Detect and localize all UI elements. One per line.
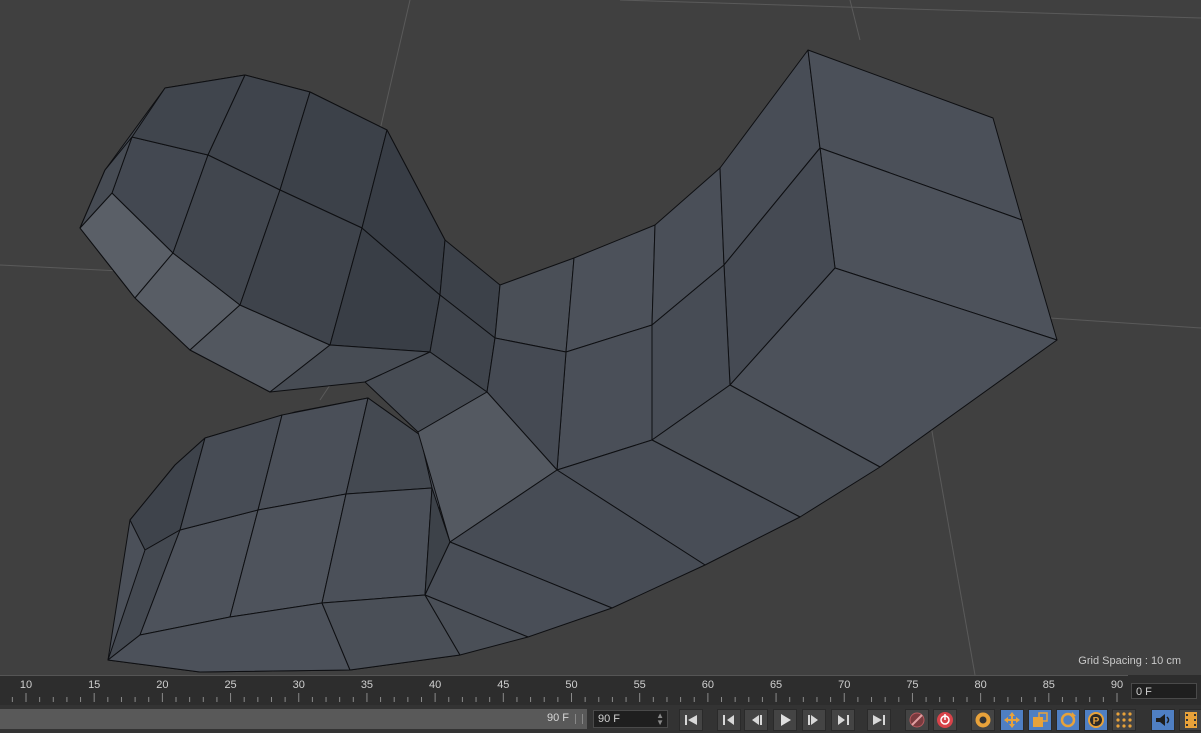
parameter-icon: P	[1088, 712, 1104, 728]
autokey-button[interactable]	[905, 709, 929, 731]
go-to-start-icon	[685, 715, 697, 725]
ruler-ticks	[0, 675, 1128, 702]
end-frame-value: 90 F	[598, 713, 621, 725]
move-icon	[1004, 712, 1020, 728]
film-icon	[1185, 712, 1197, 728]
prev-frame-button[interactable]	[744, 709, 768, 731]
next-frame-icon	[808, 715, 818, 725]
sound-button[interactable]	[1151, 709, 1175, 731]
viewport-scene	[0, 0, 1201, 675]
grid-spacing-label: Grid Spacing : 10 cm	[1078, 655, 1181, 667]
ruler-tick-label: 65	[769, 679, 783, 691]
rotate-key-button[interactable]	[1056, 709, 1080, 731]
current-frame-field[interactable]: 0 F	[1131, 683, 1197, 699]
rotate-icon	[1060, 712, 1076, 728]
go-to-start-button[interactable]	[679, 709, 703, 731]
end-frame-field[interactable]: 90 F ▲ ▼	[593, 710, 668, 728]
mesh-object[interactable]	[79, 49, 1058, 673]
prev-frame-icon	[752, 715, 762, 725]
range-end-label: 90 F	[546, 712, 569, 724]
ruler-tick-label: 55	[633, 679, 646, 691]
next-key-icon	[838, 715, 849, 725]
range-slider-fill	[0, 709, 587, 729]
film-button[interactable]	[1179, 709, 1201, 731]
svg-text:P: P	[1093, 716, 1100, 727]
point-level-button[interactable]	[1112, 709, 1136, 731]
next-key-button[interactable]	[831, 709, 855, 731]
timeline-ruler[interactable]: 10 15 20 25 30 35 40 45 50 55 60 65 70 75 80 85 90 0 F	[0, 675, 1201, 705]
ruler-tick-label: 90	[1110, 679, 1124, 691]
record-button[interactable]	[933, 709, 957, 731]
point-level-icon	[1116, 712, 1132, 728]
ruler-tick-label: 10	[19, 679, 33, 691]
autokey-icon	[909, 712, 925, 728]
range-grip-icon[interactable]	[575, 714, 583, 724]
ruler-tick-label: 35	[360, 679, 374, 691]
go-to-end-icon	[873, 715, 885, 725]
3d-viewport[interactable]: Grid Spacing : 10 cm	[0, 0, 1201, 675]
next-frame-button[interactable]	[802, 709, 826, 731]
spinner-icon[interactable]: ▲ ▼	[656, 712, 664, 727]
ruler-tick-label: 75	[906, 679, 919, 691]
move-key-button[interactable]	[1000, 709, 1024, 731]
transport-bar: 90 F 90 F ▲ ▼ P	[0, 705, 1201, 733]
frame-range-slider[interactable]: 90 F	[0, 709, 587, 729]
ruler-tick-label: 20	[156, 679, 169, 691]
ruler-tick-label: 85	[1042, 679, 1055, 691]
parameter-key-button[interactable]: P	[1084, 709, 1108, 731]
ruler-tick-label: 45	[497, 679, 510, 691]
ruler-tick-label: 40	[429, 679, 442, 691]
sound-icon	[1156, 714, 1170, 726]
play-button[interactable]	[773, 709, 797, 731]
go-to-end-button[interactable]	[867, 709, 891, 731]
ruler-tick-label: 70	[838, 679, 851, 691]
ruler-tick-label: 25	[224, 679, 237, 691]
prev-key-button[interactable]	[717, 709, 741, 731]
play-icon	[781, 714, 791, 726]
ruler-tick-label: 50	[565, 679, 578, 691]
scale-icon	[1033, 712, 1048, 727]
ruler-tick-label: 80	[974, 679, 987, 691]
ruler-tick-label: 60	[701, 679, 714, 691]
keyframe-selection-button[interactable]	[971, 709, 995, 731]
ruler-tick-label: 30	[292, 679, 305, 691]
keyframe-selection-icon	[975, 712, 991, 728]
record-icon	[937, 712, 953, 728]
scale-key-button[interactable]	[1028, 709, 1052, 731]
ruler-tick-label: 15	[88, 679, 101, 691]
prev-key-icon	[723, 715, 734, 725]
